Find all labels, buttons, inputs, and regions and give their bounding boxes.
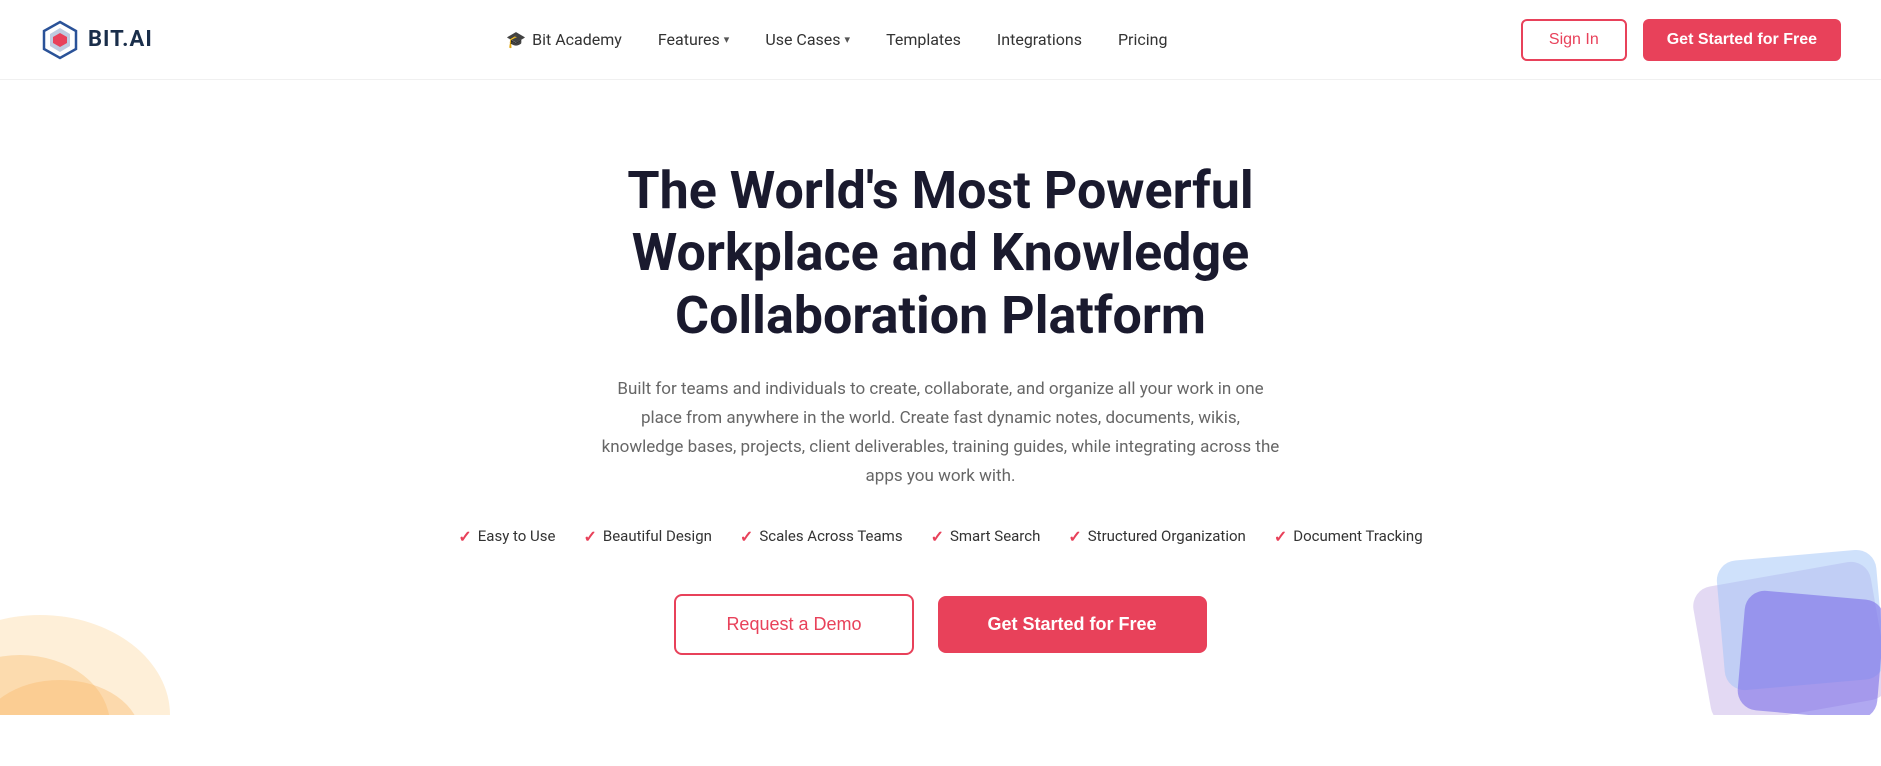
feature-label: Smart Search xyxy=(950,527,1040,545)
cta-buttons: Request a Demo Get Started for Free xyxy=(674,594,1206,655)
feature-label: Structured Organization xyxy=(1088,527,1246,545)
nav-academy[interactable]: 🎓 Bit Academy xyxy=(506,30,622,49)
checkmark-icon: ✓ xyxy=(458,527,471,546)
feature-pills: ✓ Easy to Use ✓ Beautiful Design ✓ Scales Acr… xyxy=(458,527,1422,546)
checkmark-icon: ✓ xyxy=(931,527,944,546)
nav-use-cases[interactable]: Use Cases ▾ xyxy=(765,30,850,49)
hero-section: The World's Most Powerful Workplace and … xyxy=(0,80,1881,715)
checkmark-icon: ✓ xyxy=(583,527,596,546)
feature-label: Scales Across Teams xyxy=(759,527,902,545)
nav-templates[interactable]: Templates xyxy=(886,30,961,49)
chevron-down-icon: ▾ xyxy=(845,33,851,46)
checkmark-icon: ✓ xyxy=(1274,527,1287,546)
feature-pill: ✓ Structured Organization xyxy=(1068,527,1245,546)
nav-features[interactable]: Features ▾ xyxy=(658,30,729,49)
nav-integrations[interactable]: Integrations xyxy=(997,30,1082,49)
hero-subtitle: Built for teams and individuals to creat… xyxy=(601,375,1281,491)
chevron-down-icon: ▾ xyxy=(724,33,730,46)
nav-pricing[interactable]: Pricing xyxy=(1118,30,1168,49)
logo-text: BIT.AI xyxy=(88,27,153,52)
feature-pill: ✓ Scales Across Teams xyxy=(740,527,903,546)
feature-pill: ✓ Smart Search xyxy=(931,527,1041,546)
feature-label: Beautiful Design xyxy=(603,527,712,545)
hero-title: The World's Most Powerful Workplace and … xyxy=(511,160,1371,347)
feature-pill: ✓ Easy to Use xyxy=(458,527,555,546)
get-started-nav-button[interactable]: Get Started for Free xyxy=(1643,19,1841,61)
decor-right xyxy=(1601,495,1881,715)
nav-right: Sign In Get Started for Free xyxy=(1521,19,1841,61)
navigation: BIT.AI 🎓 Bit Academy Features ▾ Use Case… xyxy=(0,0,1881,80)
feature-label: Document Tracking xyxy=(1293,527,1422,545)
feature-pill: ✓ Document Tracking xyxy=(1274,527,1423,546)
feature-pill: ✓ Beautiful Design xyxy=(583,527,711,546)
checkmark-icon: ✓ xyxy=(740,527,753,546)
feature-label: Easy to Use xyxy=(478,527,556,545)
decor-left xyxy=(0,515,220,715)
get-started-hero-button[interactable]: Get Started for Free xyxy=(938,596,1207,653)
checkmark-icon: ✓ xyxy=(1068,527,1081,546)
academy-icon: 🎓 xyxy=(506,30,526,49)
logo[interactable]: BIT.AI xyxy=(40,20,153,60)
signin-button[interactable]: Sign In xyxy=(1521,19,1627,61)
nav-center: 🎓 Bit Academy Features ▾ Use Cases ▾ Tem… xyxy=(506,30,1167,49)
request-demo-button[interactable]: Request a Demo xyxy=(674,594,913,655)
